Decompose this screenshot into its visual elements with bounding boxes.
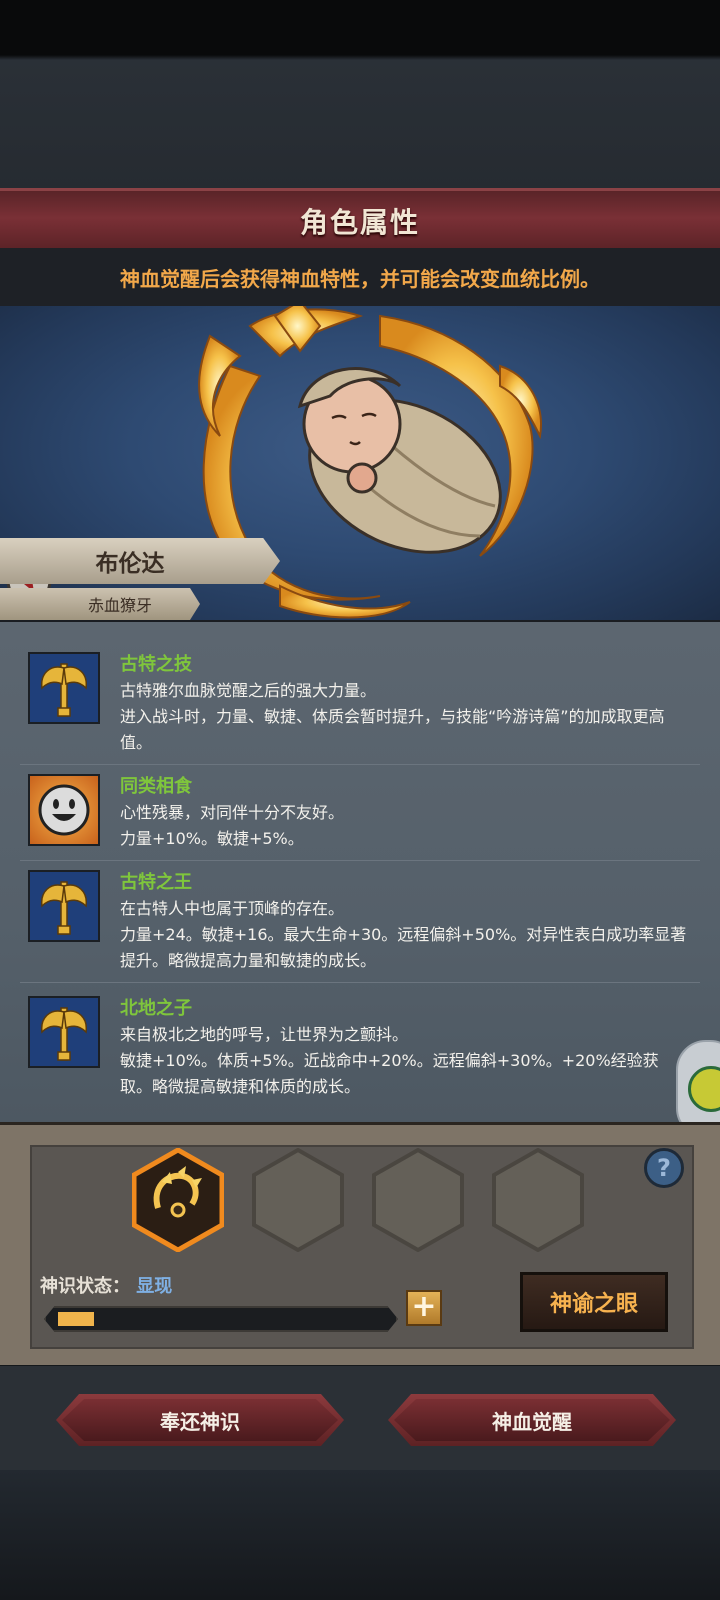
divine-state-label: 神识状态：	[40, 1276, 130, 1297]
trait-list[interactable]: 古特之技 古特雅尔血脉觉醒之后的强大力量。 进入战斗时，力量、敏捷、体质会暂时提…	[0, 622, 720, 1122]
divine-slot-active[interactable]	[132, 1148, 224, 1252]
add-divine-button[interactable]: +	[406, 1290, 442, 1326]
golden-axe-icon	[28, 870, 100, 942]
divine-progress-bar	[44, 1306, 398, 1332]
trait-desc-line: 力量+10%。敏捷+5%。	[120, 829, 304, 848]
blood-awaken-button[interactable]: 神血觉醒	[388, 1394, 676, 1446]
title-bar: 角色属性	[0, 188, 720, 251]
return-divine-label: 奉还神识	[160, 1409, 240, 1434]
divine-progress-fill	[58, 1312, 94, 1326]
character-title: 赤血獠牙	[87, 596, 152, 615]
trait-description: 来自极北之地的呼号，让世界为之颤抖。 敏捷+10%。体质+5%。近战命中+20%…	[120, 1022, 690, 1100]
grin-face-icon	[28, 774, 100, 846]
divine-slot-empty[interactable]	[252, 1148, 344, 1252]
assistant-icon	[688, 1066, 720, 1112]
trait-desc-line: 心性残暴，对同伴十分不友好。	[120, 803, 345, 822]
divider	[20, 764, 700, 765]
trait-name: 同类相食	[120, 776, 192, 797]
trait-description: 在古特人中也属于顶峰的存在。 力量+24。敏捷+16。最大生命+30。远程偏斜+…	[120, 896, 690, 974]
help-icon[interactable]: ?	[644, 1148, 684, 1188]
bottom-background	[0, 1470, 720, 1600]
blood-awaken-label: 神血觉醒	[492, 1409, 572, 1434]
top-background	[0, 0, 720, 190]
divine-slot-empty[interactable]	[372, 1148, 464, 1252]
page-title: 角色属性	[299, 206, 420, 239]
character-name-banner: 布伦达	[0, 538, 280, 584]
golden-axe-icon	[28, 652, 100, 724]
trait-description: 心性残暴，对同伴十分不友好。 力量+10%。敏捷+5%。	[120, 800, 690, 852]
trait-desc-line: 敏捷+10%。体质+5%。近战命中+20%。远程偏斜+30%。+20%经验获取。…	[120, 1051, 659, 1096]
trait-description: 古特雅尔血脉觉醒之后的强大力量。 进入战斗时，力量、敏捷、体质会暂时提升，与技能…	[120, 678, 690, 756]
trait-desc-line: 在古特人中也属于顶峰的存在。	[120, 899, 345, 918]
divine-state-value: 显现	[136, 1276, 173, 1297]
trait-desc-line: 进入战斗时，力量、敏捷、体质会暂时提升，与技能“吟游诗篇”的加成取更高值。	[120, 707, 665, 752]
trait-name: 古特之王	[120, 872, 192, 893]
character-title-banner: 赤血獠牙	[0, 588, 200, 620]
divine-slot-empty[interactable]	[492, 1148, 584, 1252]
golden-axe-icon	[28, 996, 100, 1068]
return-divine-button[interactable]: 奉还神识	[56, 1394, 344, 1446]
trait-name: 北地之子	[120, 998, 192, 1019]
trait-name: 古特之技	[120, 654, 192, 675]
notice-bar: 神血觉醒后会获得神血特性，并可能会改变血统比例。	[0, 248, 720, 306]
divider	[20, 860, 700, 861]
trait-desc-line: 来自极北之地的呼号，让世界为之颤抖。	[120, 1025, 409, 1044]
character-name: 布伦达	[95, 551, 165, 577]
trait-desc-line: 力量+24。敏捷+16。最大生命+30。远程偏斜+50%。对异性表白成功率显著提…	[120, 925, 687, 970]
divine-state: 神识状态： 显现	[40, 1272, 172, 1298]
trait-desc-line: 古特雅尔血脉觉醒之后的强大力量。	[120, 681, 377, 700]
notice-text: 神血觉醒后会获得神血特性，并可能会改变血统比例。	[120, 266, 600, 291]
oracle-eye-button[interactable]: 神谕之眼	[520, 1272, 668, 1332]
divider	[20, 982, 700, 983]
